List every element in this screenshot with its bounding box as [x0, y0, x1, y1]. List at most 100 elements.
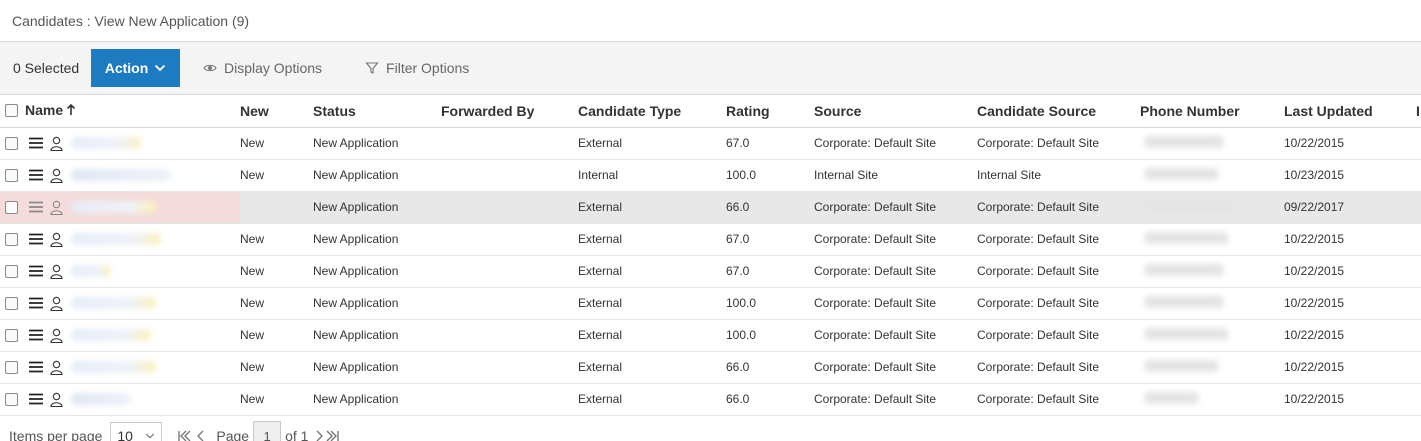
menu-icon[interactable] [28, 233, 44, 245]
new-cell: New [240, 328, 265, 342]
forwarded-by-cell [441, 159, 578, 191]
extra-cell [1416, 255, 1421, 287]
items-per-page-select[interactable]: 10 [110, 422, 163, 441]
phone-number-cell [1140, 351, 1284, 383]
person-icon[interactable] [50, 200, 63, 215]
sort-ascending-icon [67, 104, 76, 115]
name-cell [0, 287, 240, 319]
phone-number-redacted [1144, 327, 1229, 340]
last-page-icon[interactable] [326, 429, 340, 441]
status-cell: New Application [313, 168, 399, 182]
candidate-name-redacted[interactable] [71, 361, 156, 373]
candidate-name-redacted[interactable] [71, 137, 141, 149]
person-icon[interactable] [50, 392, 63, 407]
filter-options-button[interactable]: Filter Options [365, 60, 469, 76]
candidate-name-redacted[interactable] [71, 233, 161, 245]
table-row[interactable]: New New Application Internal 100.0 Inter… [0, 159, 1421, 191]
menu-icon[interactable] [28, 297, 44, 309]
person-icon[interactable] [50, 232, 63, 247]
new-cell: New [240, 264, 265, 278]
menu-icon[interactable] [28, 329, 44, 341]
new-cell: New [240, 360, 265, 374]
new-cell: New [240, 136, 265, 150]
source-cell: Corporate: Default Site [814, 360, 937, 374]
candidate-name-redacted[interactable] [71, 329, 151, 341]
select-all-checkbox[interactable] [5, 103, 18, 117]
row-checkbox[interactable] [5, 360, 18, 374]
phone-number-redacted [1144, 135, 1224, 148]
column-header-phone-number[interactable]: Phone Number [1140, 95, 1284, 127]
table-row[interactable]: New Application External 66.0 Corporate:… [0, 191, 1421, 223]
column-header-name[interactable]: Name [0, 95, 240, 127]
forwarded-by-cell [441, 191, 578, 223]
person-icon[interactable] [50, 296, 63, 311]
person-icon[interactable] [50, 328, 63, 343]
action-button[interactable]: Action [91, 49, 180, 87]
first-page-icon[interactable] [177, 429, 191, 441]
forwarded-by-cell [441, 127, 578, 159]
column-header-forwarded-by[interactable]: Forwarded By [441, 95, 578, 127]
column-header-new[interactable]: New [240, 95, 313, 127]
candidate-name-redacted[interactable] [71, 169, 171, 181]
source-cell: Corporate: Default Site [814, 232, 937, 246]
row-checkbox[interactable] [5, 136, 18, 150]
name-cell [0, 223, 240, 255]
next-page-icon[interactable] [312, 429, 326, 441]
new-cell: New [240, 296, 265, 310]
table-row[interactable]: New New Application External 66.0 Corpor… [0, 383, 1421, 415]
column-header-candidate-type[interactable]: Candidate Type [578, 95, 726, 127]
menu-icon[interactable] [28, 265, 44, 277]
row-checkbox[interactable] [5, 232, 18, 246]
page-number-input[interactable]: 1 [253, 421, 282, 441]
column-header-rating[interactable]: Rating [726, 95, 814, 127]
column-header-status[interactable]: Status [313, 95, 441, 127]
row-checkbox[interactable] [5, 296, 18, 310]
rating-cell: 67.0 [726, 136, 750, 150]
row-checkbox[interactable] [5, 264, 18, 278]
person-icon[interactable] [50, 168, 63, 183]
column-header-source[interactable]: Source [814, 95, 977, 127]
row-checkbox[interactable] [5, 392, 18, 406]
candidate-name-redacted[interactable] [71, 265, 111, 277]
last-updated-cell: 10/22/2015 [1284, 328, 1345, 342]
toolbar: 0 Selected Action Display Options Filter… [0, 42, 1421, 95]
candidate-name-redacted[interactable] [71, 201, 156, 213]
table-row[interactable]: New New Application External 67.0 Corpor… [0, 255, 1421, 287]
candidates-page: Candidates : View New Application (9) 0 … [0, 0, 1421, 441]
page-label: Page [216, 428, 250, 441]
person-icon[interactable] [50, 136, 63, 151]
row-checkbox[interactable] [5, 168, 18, 182]
forwarded-by-cell [441, 319, 578, 351]
menu-icon[interactable] [28, 137, 44, 149]
last-updated-cell: 10/22/2015 [1284, 296, 1345, 310]
row-checkbox[interactable] [5, 200, 18, 214]
display-options-button[interactable]: Display Options [203, 60, 322, 76]
person-icon[interactable] [50, 360, 63, 375]
table-row[interactable]: New New Application External 100.0 Corpo… [0, 287, 1421, 319]
table-header-row: Name New Status Forwarded By Candidate T… [0, 95, 1421, 127]
menu-icon[interactable] [28, 201, 44, 213]
table-row[interactable]: New New Application External 100.0 Corpo… [0, 319, 1421, 351]
menu-icon[interactable] [28, 393, 44, 405]
column-header-candidate-source[interactable]: Candidate Source [977, 95, 1140, 127]
table-row[interactable]: New New Application External 67.0 Corpor… [0, 127, 1421, 159]
column-header-more[interactable]: I [1416, 95, 1421, 127]
table-row[interactable]: New New Application External 66.0 Corpor… [0, 351, 1421, 383]
candidate-type-cell: External [578, 200, 623, 214]
person-icon[interactable] [50, 264, 63, 279]
rating-cell: 67.0 [726, 264, 750, 278]
table-row[interactable]: New New Application External 67.0 Corpor… [0, 223, 1421, 255]
row-checkbox[interactable] [5, 328, 18, 342]
source-cell: Corporate: Default Site [814, 328, 937, 342]
name-cell [0, 191, 240, 223]
menu-icon[interactable] [28, 361, 44, 373]
previous-page-icon[interactable] [194, 429, 208, 441]
selected-count: 0 Selected [13, 60, 80, 76]
forwarded-by-cell [441, 383, 578, 415]
eye-icon [203, 64, 217, 72]
column-header-last-updated[interactable]: Last Updated [1284, 95, 1416, 127]
candidate-name-redacted[interactable] [71, 393, 131, 405]
candidate-name-redacted[interactable] [71, 297, 156, 309]
forwarded-by-cell [441, 255, 578, 287]
menu-icon[interactable] [28, 169, 44, 181]
